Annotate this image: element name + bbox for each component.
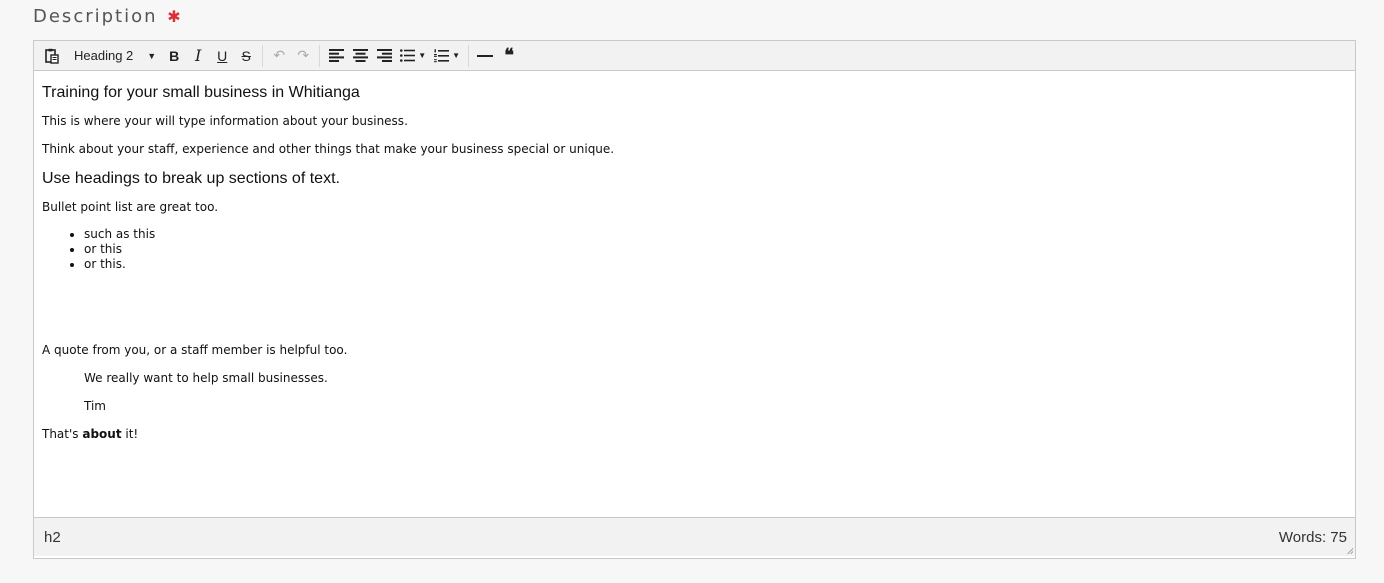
list-item: or this.	[84, 257, 1347, 272]
blockquote: We really want to help small businesses.…	[84, 370, 1347, 414]
paste-button[interactable]	[40, 43, 64, 69]
bullet-list-caret-icon: ▼	[418, 51, 427, 60]
final-text-pre: That's	[42, 427, 83, 441]
format-caret-icon: ▼	[147, 50, 157, 61]
list-item: or this	[84, 242, 1347, 257]
resize-handle-icon[interactable]	[1345, 546, 1353, 554]
element-path[interactable]: h2	[44, 529, 61, 546]
numbered-list-button[interactable]: ▼	[430, 43, 464, 69]
horizontal-rule-icon	[477, 54, 494, 57]
editor-content[interactable]: Training for your small business in Whit…	[34, 71, 1355, 517]
final-text-bold: about	[82, 427, 122, 441]
quote-text: We really want to help small businesses.	[84, 371, 328, 385]
align-right-icon	[376, 49, 392, 62]
align-left-button[interactable]	[324, 43, 348, 69]
description-field: Description ✱ Heading 2 ▼ B I U S ↶ ↷ ▼ …	[0, 0, 1384, 583]
block-format-select[interactable]: Heading 2 ▼	[64, 43, 162, 69]
align-left-icon	[328, 49, 344, 62]
align-center-button[interactable]	[348, 43, 372, 69]
bullet-list: such as this or this or this.	[42, 227, 1347, 272]
content-heading: Training for your small business in Whit…	[42, 84, 360, 101]
list-item: such as this	[84, 227, 1347, 242]
rich-text-editor: Heading 2 ▼ B I U S ↶ ↷ ▼ ▼ ❝ Training f…	[33, 40, 1356, 559]
numbered-list-icon	[434, 48, 450, 62]
empty-space	[42, 272, 1347, 342]
toolbar-divider	[468, 44, 470, 67]
blockquote-button[interactable]: ❝	[497, 43, 521, 69]
content-paragraph: That's about it!	[42, 426, 1347, 442]
content-paragraph: A quote from you, or a staff member is h…	[42, 343, 348, 357]
editor-statusbar: h2 Words: 75	[34, 517, 1355, 556]
content-heading: Use headings to break up sections of tex…	[42, 170, 340, 187]
align-right-button[interactable]	[372, 43, 396, 69]
quote-author: Tim	[84, 399, 106, 413]
bullet-list-icon	[400, 49, 416, 62]
content-paragraph: Bullet point list are great too.	[42, 200, 219, 214]
paste-icon	[45, 48, 59, 64]
underline-button[interactable]: U	[210, 43, 234, 69]
undo-button[interactable]: ↶	[267, 43, 291, 69]
italic-button[interactable]: I	[186, 43, 210, 69]
toolbar-divider	[319, 44, 321, 67]
align-center-icon	[352, 49, 368, 62]
editor-toolbar: Heading 2 ▼ B I U S ↶ ↷ ▼ ▼ ❝	[34, 41, 1355, 71]
content-paragraph: This is where your will type information…	[42, 114, 408, 128]
word-count: Words: 75	[1278, 528, 1347, 546]
field-label: Description ✱	[33, 6, 181, 27]
content-paragraph: Think about your staff, experience and o…	[42, 142, 615, 156]
required-icon: ✱	[167, 7, 181, 26]
numbered-list-caret-icon: ▼	[452, 51, 461, 60]
strikethrough-button[interactable]: S	[234, 43, 258, 69]
block-format-value: Heading 2	[74, 48, 134, 63]
horizontal-rule-button[interactable]	[473, 43, 497, 69]
final-text-post: it!	[121, 427, 139, 441]
redo-button[interactable]: ↷	[291, 43, 315, 69]
toolbar-divider	[262, 44, 264, 67]
bullet-list-button[interactable]: ▼	[396, 43, 430, 69]
bold-button[interactable]: B	[162, 43, 186, 69]
field-label-text: Description	[33, 6, 158, 27]
